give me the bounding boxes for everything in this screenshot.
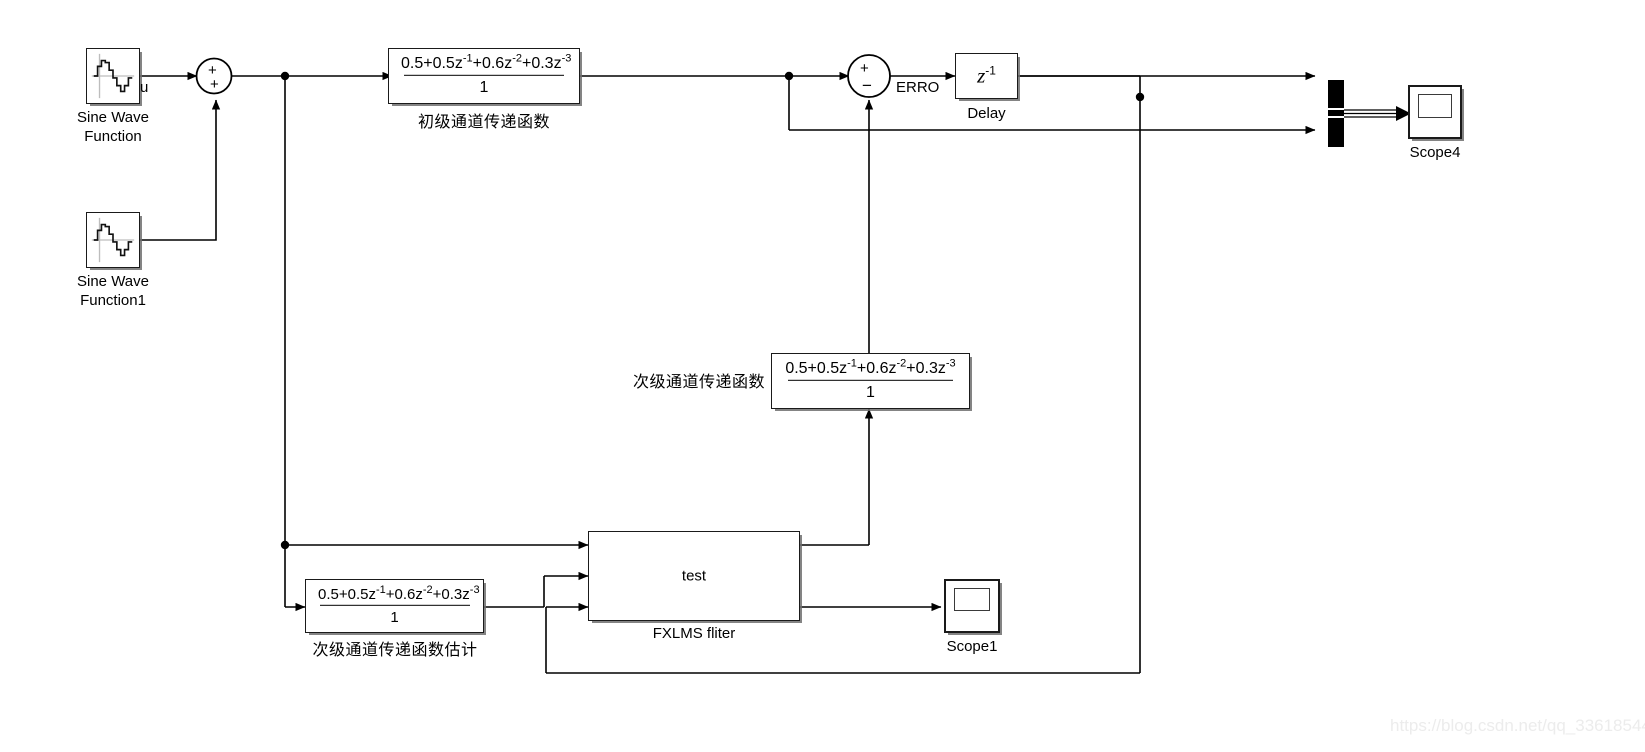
junction-dot [280, 540, 290, 550]
scope4-caption: Scope4 [1409, 144, 1461, 161]
junction-dot [784, 71, 794, 81]
sine-wave1-caption-line1: Sine Wave [77, 273, 149, 290]
sum2-sign-top: + [860, 60, 869, 77]
sine-wave1-caption-line2: Function1 [80, 292, 146, 309]
secondary-path-denominator: 1 [866, 384, 875, 402]
mux-slit [1328, 108, 1344, 110]
delay-caption: Delay [967, 105, 1006, 122]
mux-block[interactable] [1328, 80, 1344, 147]
fxlms-filter-caption: FXLMS fliter [652, 625, 736, 642]
scope1-caption: Scope1 [946, 638, 998, 655]
secondary-path-numerator: 0.5+0.5z-1+0.6z-2+0.3z-3 [785, 357, 956, 377]
sine-wave-block[interactable] [86, 48, 140, 104]
scope-icon [954, 588, 990, 611]
fraction-rule [319, 604, 470, 607]
mux-slit [1328, 116, 1344, 118]
watermark-text: https://blog.csdn.net/qq_33618544 [1390, 716, 1645, 735]
fxlms-inner-text: test [681, 567, 707, 585]
sine-wave1-block[interactable] [86, 212, 140, 268]
primary-path-expression: 0.5+0.5z-1+0.6z-2+0.3z-3 1 [389, 52, 579, 97]
scope-icon [1418, 94, 1452, 118]
sine-wave-icon [91, 217, 135, 263]
fraction-rule [788, 379, 953, 382]
simulink-canvas: u Sine Wave Function Sine Wave Function1… [0, 0, 1645, 752]
secondary-path-estimate-numerator: 0.5+0.5z-1+0.6z-2+0.3z-3 [318, 583, 480, 603]
sine-wave-caption-line2: Function [84, 128, 142, 145]
sine-wave-icon [91, 53, 135, 99]
delay-block[interactable]: z-1 [955, 53, 1018, 99]
secondary-path-expression: 0.5+0.5z-1+0.6z-2+0.3z-3 1 [772, 357, 969, 402]
sine-wave-caption-line1: Sine Wave [77, 109, 149, 126]
sine-wave-port-label: u [140, 79, 149, 96]
junction-dot [280, 71, 290, 81]
secondary-path-block[interactable]: 0.5+0.5z-1+0.6z-2+0.3z-3 1 [771, 353, 970, 409]
primary-path-numerator: 0.5+0.5z-1+0.6z-2+0.3z-3 [401, 52, 572, 72]
delay-symbol-exp: -1 [985, 63, 996, 78]
sum2-sign-bottom: − [862, 76, 872, 95]
secondary-path-caption: 次级通道传递函数 [632, 372, 765, 391]
primary-path-block[interactable]: 0.5+0.5z-1+0.6z-2+0.3z-3 1 [388, 48, 580, 104]
secondary-path-estimate-block[interactable]: 0.5+0.5z-1+0.6z-2+0.3z-3 1 [305, 579, 484, 633]
scope4-block[interactable] [1408, 85, 1462, 139]
primary-path-caption: 初级通道传递函数 [417, 112, 550, 131]
secondary-path-estimate-denominator: 1 [390, 609, 399, 627]
fxlms-filter-block[interactable]: test [588, 531, 800, 621]
sum1-sign-bottom: + [210, 76, 219, 93]
fraction-rule [404, 74, 564, 77]
secondary-path-estimate-caption: 次级通道传递函数估计 [312, 640, 478, 659]
error-signal-label: ERRO [896, 79, 940, 96]
primary-path-denominator: 1 [479, 79, 489, 97]
secondary-path-estimate-expression: 0.5+0.5z-1+0.6z-2+0.3z-3 1 [306, 583, 483, 627]
scope1-block[interactable] [944, 579, 1000, 633]
delay-symbol: z-1 [956, 64, 1017, 89]
